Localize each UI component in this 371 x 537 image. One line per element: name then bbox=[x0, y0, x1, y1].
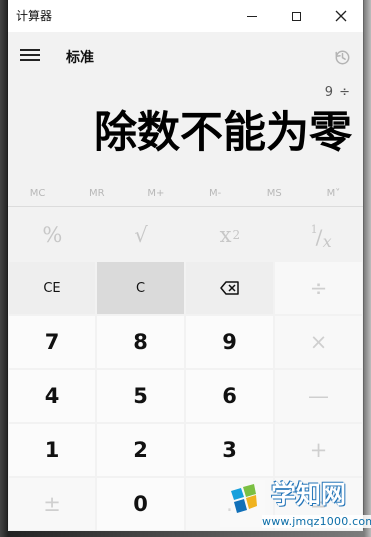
backspace-button[interactable] bbox=[185, 261, 274, 315]
plus-button[interactable]: + bbox=[274, 423, 363, 477]
square-button[interactable]: x 2 bbox=[186, 209, 275, 261]
memory-add-button[interactable]: M+ bbox=[126, 188, 185, 199]
memory-clear-button[interactable]: MC bbox=[8, 188, 67, 199]
close-icon bbox=[335, 10, 347, 22]
equals-button[interactable]: = bbox=[274, 477, 363, 531]
display-result: 除数不能为零 bbox=[94, 108, 352, 158]
nine-button[interactable]: 9 bbox=[185, 315, 274, 369]
clear-button[interactable]: C bbox=[96, 261, 185, 315]
decimal-button[interactable]: . bbox=[185, 477, 274, 531]
memory-menu-button[interactable]: M˅ bbox=[304, 188, 363, 199]
reciprocal-icon: 1 / x bbox=[308, 222, 332, 251]
negate-button[interactable]: ± bbox=[8, 477, 96, 531]
three-button[interactable]: 3 bbox=[185, 423, 274, 477]
reciprocal-denominator: x bbox=[322, 232, 332, 251]
memory-recall-button[interactable]: MR bbox=[67, 188, 126, 199]
clear-entry-button[interactable]: CE bbox=[8, 261, 96, 315]
percent-button[interactable]: % bbox=[8, 209, 97, 261]
reciprocal-button[interactable]: 1 / x bbox=[274, 209, 363, 261]
calculation-expression: 9 ÷ bbox=[324, 85, 351, 100]
memory-buttons-row: MC MR M+ M- MS M˅ bbox=[8, 180, 363, 206]
memory-divider bbox=[8, 206, 363, 207]
reciprocal-slash: / bbox=[315, 225, 323, 249]
window-title: 计算器 bbox=[16, 9, 53, 23]
two-button[interactable]: 2 bbox=[96, 423, 185, 477]
maximize-button[interactable] bbox=[274, 0, 318, 32]
calculator-window: 计算器 标准 9 ÷ 除数不能为零 MC MR M+ M- MS M˅ % √ … bbox=[8, 0, 363, 531]
square-power-label: 2 bbox=[232, 228, 241, 242]
divide-button[interactable]: ÷ bbox=[274, 261, 363, 315]
five-button[interactable]: 5 bbox=[96, 369, 185, 423]
seven-button[interactable]: 7 bbox=[8, 315, 96, 369]
memory-store-button[interactable]: MS bbox=[245, 188, 304, 199]
calculator-header: 标准 bbox=[8, 32, 363, 80]
history-icon[interactable] bbox=[333, 48, 351, 66]
hamburger-menu-icon[interactable] bbox=[20, 44, 42, 66]
four-button[interactable]: 4 bbox=[8, 369, 96, 423]
square-root-button[interactable]: √ bbox=[97, 209, 186, 261]
square-base-label: x bbox=[219, 223, 232, 247]
zero-button[interactable]: 0 bbox=[96, 477, 185, 531]
calculator-keypad: CE C ÷ 7 8 9 × 4 5 6 — 1 2 3 + ± 0 . = bbox=[8, 261, 363, 531]
one-button[interactable]: 1 bbox=[8, 423, 96, 477]
memory-subtract-button[interactable]: M- bbox=[186, 188, 245, 199]
multiply-button[interactable]: × bbox=[274, 315, 363, 369]
function-buttons-row: % √ x 2 1 / x bbox=[8, 209, 363, 261]
backspace-icon bbox=[219, 281, 239, 295]
mode-title: 标准 bbox=[66, 50, 94, 66]
minimize-icon bbox=[247, 15, 257, 17]
eight-button[interactable]: 8 bbox=[96, 315, 185, 369]
maximize-icon bbox=[291, 11, 301, 21]
minimize-button[interactable] bbox=[230, 0, 274, 32]
close-button[interactable] bbox=[319, 0, 363, 32]
minus-button[interactable]: — bbox=[274, 369, 363, 423]
title-bar: 计算器 bbox=[8, 0, 363, 32]
six-button[interactable]: 6 bbox=[185, 369, 274, 423]
screenshot-background: 计算器 标准 9 ÷ 除数不能为零 MC MR M+ M- MS M˅ % √ … bbox=[0, 0, 371, 537]
